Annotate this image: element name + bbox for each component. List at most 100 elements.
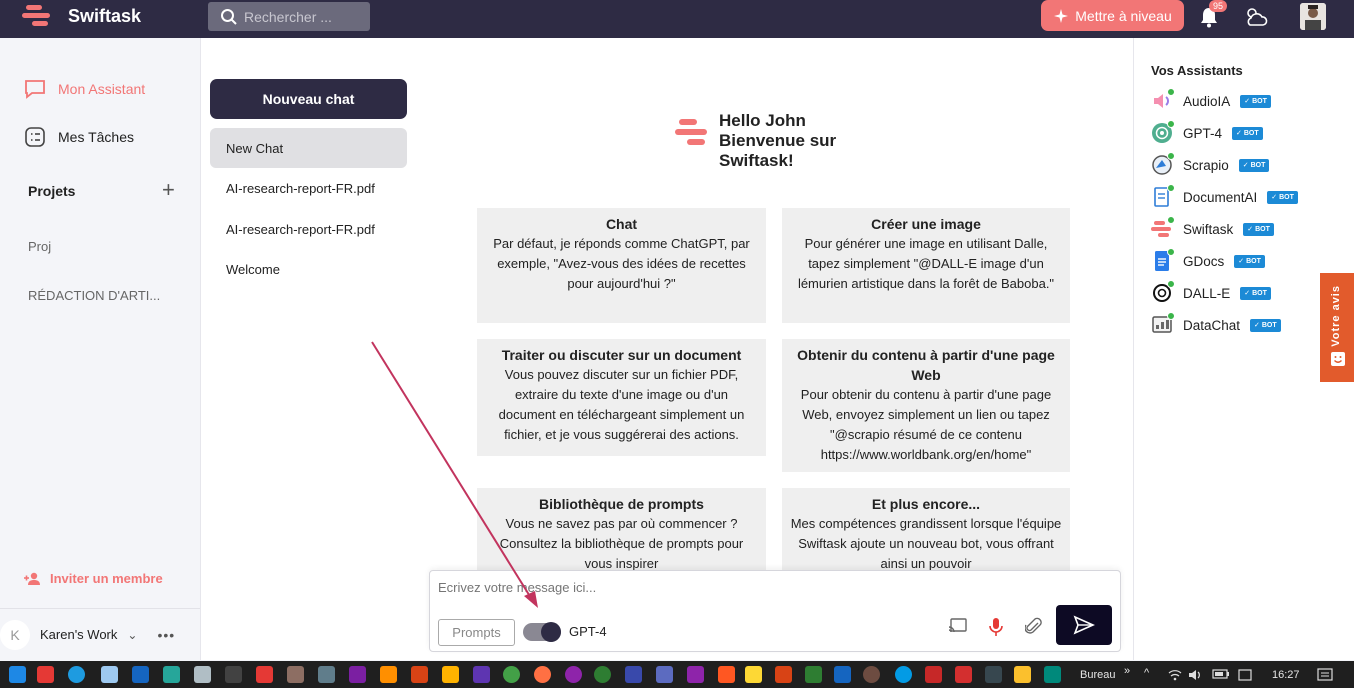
assistant-item[interactable]: GPT-4 ✓ BOT — [1151, 120, 1263, 145]
search-icon — [221, 8, 237, 25]
sticky-notes-icon[interactable] — [745, 666, 762, 683]
app-icon[interactable] — [1044, 666, 1061, 683]
search-app-icon[interactable] — [442, 666, 459, 683]
welcome-header: Hello John Bienvenue sur Swiftask! — [675, 111, 836, 171]
app-icon[interactable] — [863, 666, 880, 683]
chevron-down-icon[interactable]: ⌄ — [127, 628, 137, 642]
app-icon[interactable] — [225, 666, 242, 683]
suggestion-card[interactable]: Obtenir du contenu à partir d'une page W… — [782, 339, 1070, 472]
clock[interactable]: 16:27 — [1272, 669, 1300, 681]
whatsapp-icon[interactable] — [594, 666, 611, 683]
app-icon[interactable] — [256, 666, 273, 683]
more-options-icon[interactable]: ••• — [157, 627, 175, 643]
app-icon[interactable] — [163, 666, 180, 683]
send-button[interactable] — [1056, 605, 1112, 645]
chat-item[interactable]: Welcome — [210, 249, 407, 289]
card-body: Pour générer une image en utilisant Dall… — [797, 236, 1055, 291]
app-icon[interactable] — [318, 666, 335, 683]
feedback-tab[interactable]: Votre avis — [1320, 273, 1354, 382]
suggestion-card[interactable]: Traiter ou discuter sur un document Vous… — [477, 339, 766, 456]
upgrade-button[interactable]: Mettre à niveau — [1041, 0, 1184, 31]
firefox-icon[interactable] — [534, 666, 551, 683]
online-indicator — [1167, 312, 1175, 320]
chat-item[interactable]: AI-research-report-FR.pdf — [210, 168, 407, 208]
suggestion-card[interactable]: Chat Par défaut, je réponds comme ChatGP… — [477, 208, 766, 323]
language-icon[interactable] — [1238, 668, 1252, 682]
acrobat-icon[interactable] — [955, 666, 972, 683]
volume-icon[interactable] — [1188, 668, 1204, 682]
powerpoint-icon[interactable] — [775, 666, 792, 683]
app-icon[interactable] — [687, 666, 704, 683]
nav-label: Mon Assistant — [58, 81, 146, 97]
project-item[interactable]: Proj — [28, 239, 51, 254]
workspace-switcher[interactable]: K Karen's Work ⌄ ••• — [0, 608, 200, 660]
model-toggle[interactable] — [523, 622, 561, 642]
toggle-knob — [541, 622, 561, 642]
nav-mon-assistant[interactable]: Mon Assistant — [24, 79, 145, 99]
chat-item[interactable]: AI-research-report-FR.pdf — [210, 209, 407, 249]
telegram-icon[interactable] — [895, 666, 912, 683]
app-icon[interactable] — [287, 666, 304, 683]
app-icon[interactable] — [985, 666, 1002, 683]
attachment-icon[interactable] — [1025, 617, 1043, 637]
edge-icon[interactable] — [68, 666, 85, 683]
top-bar: Swiftask Rechercher ... Mettre à niveau … — [0, 0, 1354, 38]
discord-icon[interactable] — [656, 666, 673, 683]
suggestion-card[interactable]: Et plus encore... Mes compétences grandi… — [782, 488, 1070, 578]
assistant-item[interactable]: DataChat ✓ BOT — [1151, 312, 1281, 337]
workspace-name: Karen's Work — [40, 627, 118, 642]
assistant-item[interactable]: Swiftask ✓ BOT — [1151, 216, 1274, 241]
prompts-button[interactable]: Prompts — [438, 619, 515, 646]
app-icon[interactable] — [1014, 666, 1031, 683]
weather-icon[interactable] — [1243, 5, 1269, 29]
user-avatar[interactable] — [1300, 3, 1326, 30]
mail-icon[interactable] — [132, 666, 149, 683]
app-icon[interactable] — [349, 666, 366, 683]
invite-member-button[interactable]: Inviter un membre — [24, 571, 163, 586]
wifi-icon[interactable] — [1168, 668, 1182, 682]
online-indicator — [1167, 216, 1175, 224]
assistant-item[interactable]: GDocs ✓ BOT — [1151, 248, 1265, 273]
nav-mes-taches[interactable]: Mes Tâches — [24, 126, 134, 148]
app-icon[interactable] — [718, 666, 735, 683]
message-input[interactable] — [438, 580, 938, 595]
add-project-button[interactable]: + — [162, 179, 175, 201]
app-icon[interactable] — [473, 666, 490, 683]
microphone-icon[interactable] — [988, 617, 1004, 637]
chevron-double-right-icon[interactable]: » — [1124, 665, 1130, 677]
messenger-icon[interactable] — [565, 666, 582, 683]
cast-icon[interactable] — [948, 617, 968, 635]
new-chat-button[interactable]: Nouveau chat — [210, 79, 407, 119]
search-box[interactable]: Rechercher ... — [208, 2, 370, 31]
bot-badge: ✓ BOT — [1267, 190, 1298, 204]
brand-logo[interactable]: Swiftask — [22, 3, 141, 29]
chrome-icon[interactable] — [503, 666, 520, 683]
windows-start-icon[interactable] — [9, 666, 26, 683]
greeting-line: Bienvenue sur — [719, 131, 837, 150]
assistant-item[interactable]: Scrapio ✓ BOT — [1151, 152, 1270, 177]
vlc-icon[interactable] — [380, 666, 397, 683]
app-icon[interactable] — [625, 666, 642, 683]
app-icon[interactable] — [37, 666, 54, 683]
app-icon[interactable] — [925, 666, 942, 683]
assistant-item[interactable]: DocumentAI ✓ BOT — [1151, 184, 1298, 209]
notifications-icon[interactable] — [1317, 667, 1333, 683]
assistant-name: DALL-E — [1183, 285, 1231, 301]
assistant-item[interactable]: DALL-E ✓ BOT — [1151, 280, 1271, 305]
greeting-line: Hello John — [719, 111, 806, 130]
app-icon[interactable] — [411, 666, 428, 683]
notepad-icon[interactable] — [101, 666, 118, 683]
word-icon[interactable] — [834, 666, 851, 683]
search-input[interactable]: Rechercher ... — [244, 9, 332, 25]
chevron-up-icon[interactable]: ^ — [1144, 667, 1149, 679]
assistant-item[interactable]: AudioIA ✓ BOT — [1151, 88, 1271, 113]
suggestion-card[interactable]: Bibliothèque de prompts Vous ne savez pa… — [477, 488, 766, 578]
desktop-toolbar-label[interactable]: Bureau — [1080, 669, 1115, 681]
app-icon[interactable] — [194, 666, 211, 683]
battery-icon[interactable] — [1212, 668, 1230, 680]
excel-icon[interactable] — [805, 666, 822, 683]
chat-item[interactable]: New Chat — [210, 128, 407, 168]
suggestion-card[interactable]: Créer une image Pour générer une image e… — [782, 208, 1070, 323]
greeting-line: Swiftask! — [719, 151, 794, 170]
project-item[interactable]: RÉDACTION D'ARTI... — [28, 288, 160, 303]
